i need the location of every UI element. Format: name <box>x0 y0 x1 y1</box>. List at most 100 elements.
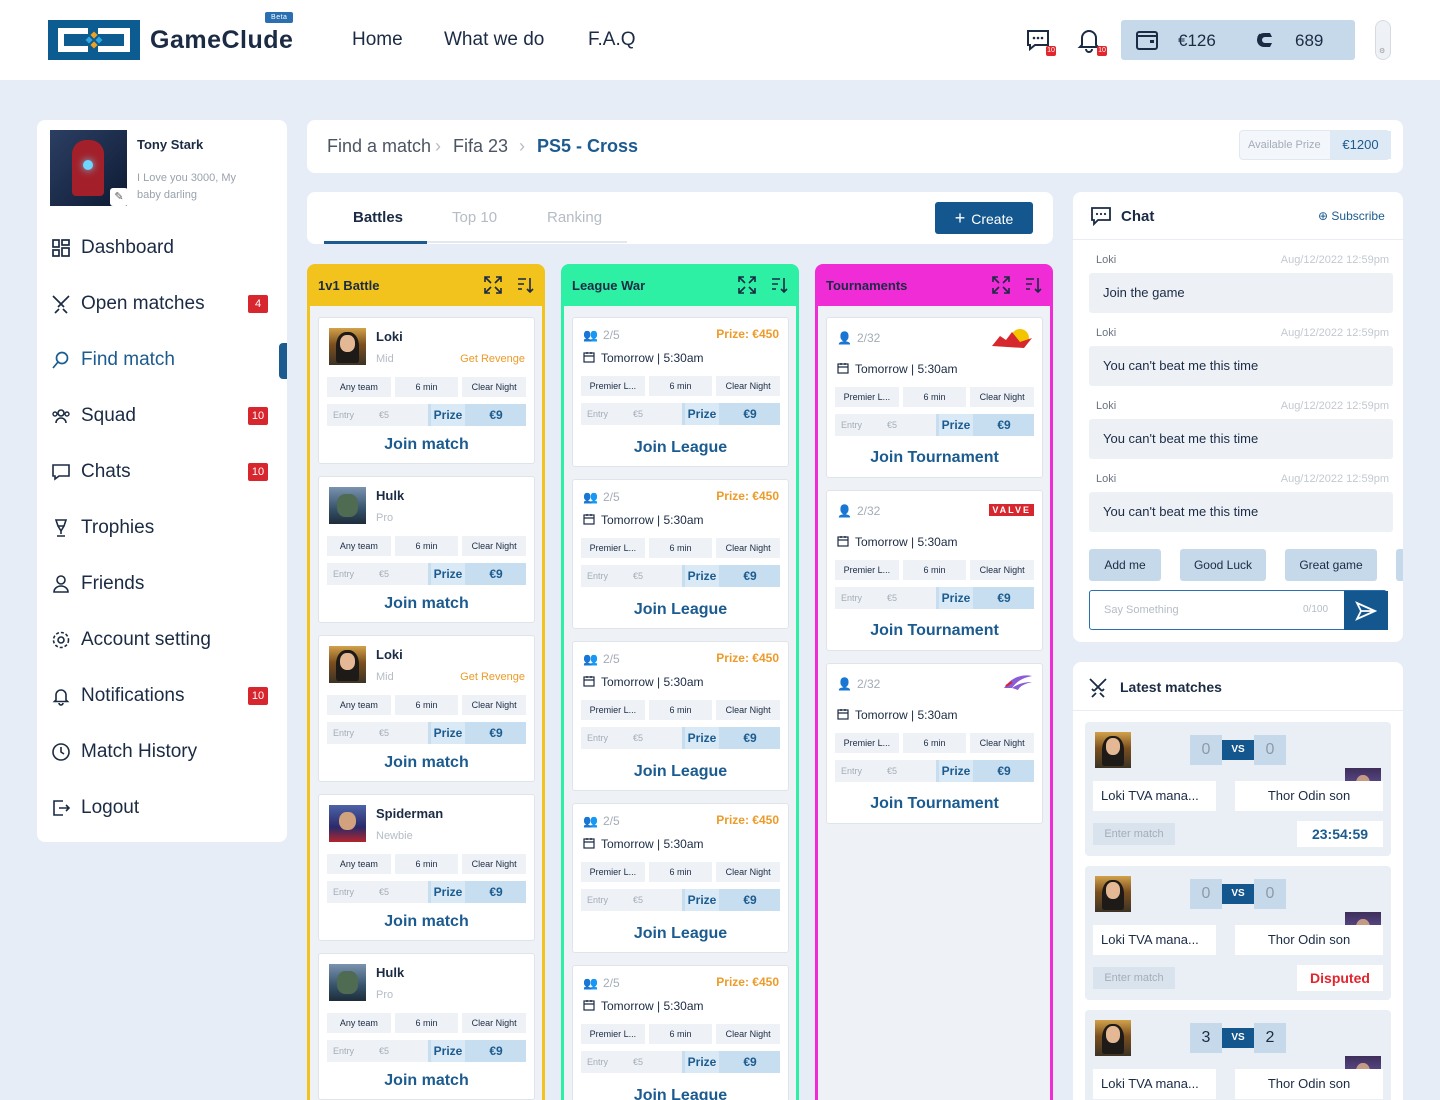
quick-reply-button[interactable]: Add me <box>1089 549 1161 581</box>
setting-tag: Clear Night <box>970 387 1035 407</box>
notification-button[interactable]: 10 <box>1076 27 1107 56</box>
chat-button[interactable]: 10 <box>1025 27 1056 56</box>
match-date: Tomorrow | 5:30am <box>837 362 958 376</box>
sort-icon[interactable] <box>515 275 535 298</box>
sidebar-item-logout[interactable]: Logout <box>50 793 139 823</box>
sidebar-item-dashboard[interactable]: Dashboard <box>50 233 174 263</box>
tab-ranking[interactable]: Ranking <box>547 209 602 226</box>
setting-tag: Clear Night <box>716 1024 781 1044</box>
breadcrumb-fifa[interactable]: Fifa 23 <box>453 136 508 157</box>
join-league-button[interactable]: Join League <box>573 1087 788 1100</box>
chat-input[interactable]: Say Something 0/100 <box>1089 590 1388 630</box>
sidebar-item-notifications[interactable]: Notifications <box>50 681 185 711</box>
squad-icon: 👥 <box>583 652 598 666</box>
entry-label: Entry <box>327 404 379 426</box>
sidebar-item-find-match[interactable]: Find match <box>50 345 175 375</box>
join-tournament-button[interactable]: Join Tournament <box>827 449 1042 467</box>
join-league-button[interactable]: Join League <box>573 601 788 619</box>
expand-icon[interactable] <box>991 275 1011 298</box>
quick-reply-button[interactable]: Great game <box>1285 549 1377 581</box>
message-author: Loki <box>1096 473 1117 485</box>
player-name: Loki TVA mana... <box>1093 925 1216 955</box>
message-bubble: You can't beat me this time <box>1089 492 1393 532</box>
fee-row: Entry €5 Prize €9 <box>327 881 526 903</box>
join-match-button[interactable]: Join match <box>319 436 534 454</box>
setting-tag: 6 min <box>648 538 713 558</box>
tab-top-10[interactable]: Top 10 <box>452 209 497 226</box>
nav-home[interactable]: Home <box>352 29 403 51</box>
wallet-panel[interactable]: €126 689 <box>1121 20 1355 60</box>
setting-tag: 6 min <box>902 733 967 753</box>
prize-label: Prize <box>685 565 719 587</box>
nav-what-we-do[interactable]: What we do <box>444 29 544 51</box>
match-status: 23:54:59 <box>1297 821 1383 847</box>
setting-tag: 6 min <box>648 1024 713 1044</box>
join-match-button[interactable]: Join match <box>319 595 534 613</box>
join-league-button[interactable]: Join League <box>573 925 788 943</box>
sidebar-item-squad[interactable]: Squad <box>50 401 136 431</box>
league-card: 👥 2/5 Prize: €450 Tomorrow | 5:30am Premier … <box>572 965 789 1100</box>
join-match-button[interactable]: Join match <box>319 754 534 772</box>
nav-faq[interactable]: F.A.Q <box>588 29 636 51</box>
send-button[interactable] <box>1344 591 1388 630</box>
sort-icon[interactable] <box>769 275 789 298</box>
setting-tag: 6 min <box>394 1013 459 1033</box>
player-avatar <box>1095 1020 1131 1056</box>
expand-icon[interactable] <box>483 275 503 298</box>
opponent-name: Thor Odin son <box>1235 925 1383 955</box>
sidebar-item-friends[interactable]: Friends <box>50 569 144 599</box>
entry-value: €5 <box>633 565 682 587</box>
match-settings: Premier L... 6 min Clear Night <box>581 538 781 558</box>
create-button[interactable]: + Create <box>935 202 1033 234</box>
slots-count: 👤 2/32 <box>837 504 881 518</box>
setting-tag: 6 min <box>394 377 459 397</box>
tab-battles[interactable]: Battles <box>353 209 403 226</box>
tournament-card: 👤 2/32 Tomorrow | 5:30am Premier L... 6 min C… <box>826 317 1043 478</box>
prize-label: Prize <box>939 414 973 436</box>
enter-match-button[interactable]: Enter match <box>1093 823 1175 845</box>
setting-tag: Clear Night <box>462 695 527 715</box>
join-tournament-button[interactable]: Join Tournament <box>827 795 1042 813</box>
sidebar-item-match-history[interactable]: Match History <box>50 737 197 767</box>
sidebar-item-account-setting[interactable]: Account setting <box>50 625 211 655</box>
vs-badge: VS <box>1222 884 1254 904</box>
sidebar-item-trophies[interactable]: Trophies <box>50 513 154 543</box>
sidebar-item-label: Find match <box>81 349 175 370</box>
join-match-button[interactable]: Join match <box>319 1072 534 1090</box>
subscribe-button[interactable]: ⊕ Subscribe <box>1318 209 1385 223</box>
sidebar-item-label: Trophies <box>81 517 155 538</box>
edit-profile-icon[interactable]: ✎ <box>110 188 128 206</box>
match-status: Disputed <box>1297 965 1383 991</box>
quick-reply-button[interactable] <box>1396 549 1403 581</box>
sidebar-item-open-matches[interactable]: Open matches <box>50 289 205 319</box>
sidebar-item-chats[interactable]: Chats <box>50 457 131 487</box>
join-match-button[interactable]: Join match <box>319 913 534 931</box>
breadcrumb-find-a-match[interactable]: Find a match <box>327 136 431 157</box>
tournament-column: Tournaments 👤 2/32 Tomorrow | 5:30am Premie… <box>815 264 1053 1100</box>
prize-label: Prize <box>431 1040 465 1062</box>
prize-label: Prize <box>939 587 973 609</box>
prize-box: Prize €9 <box>428 1040 526 1062</box>
sidebar-item-label: Dashboard <box>81 237 174 258</box>
message-time: Aug/12/2022 12:59pm <box>1280 473 1389 485</box>
sponsor-logo: VALVE <box>989 499 1034 518</box>
expand-icon[interactable] <box>737 275 757 298</box>
entry-label: Entry <box>835 414 887 436</box>
quick-reply-button[interactable]: Good Luck <box>1180 549 1266 581</box>
fee-row: Entry €5 Prize €9 <box>581 403 780 425</box>
match-date: Tomorrow | 5:30am <box>583 675 704 689</box>
breadcrumb-current: PS5 - Cross <box>537 136 639 156</box>
sort-icon[interactable] <box>1023 275 1043 298</box>
join-league-button[interactable]: Join League <box>573 763 788 781</box>
join-tournament-button[interactable]: Join Tournament <box>827 622 1042 640</box>
squad-icon: 👥 <box>583 328 598 342</box>
active-indicator <box>279 343 287 379</box>
brand-logo[interactable]: GameClude Beta <box>48 11 294 60</box>
join-league-button[interactable]: Join League <box>573 439 788 457</box>
chat-panel: Chat ⊕ Subscribe Say Something 0/100 Lok… <box>1073 192 1403 642</box>
message-bubble: You can't beat me this time <box>1089 346 1393 386</box>
prize-label: Prize <box>685 889 719 911</box>
setting-tag: Clear Night <box>462 377 527 397</box>
user-menu-avatar[interactable]: ⚙ <box>1375 20 1391 60</box>
enter-match-button[interactable]: Enter match <box>1093 967 1175 989</box>
